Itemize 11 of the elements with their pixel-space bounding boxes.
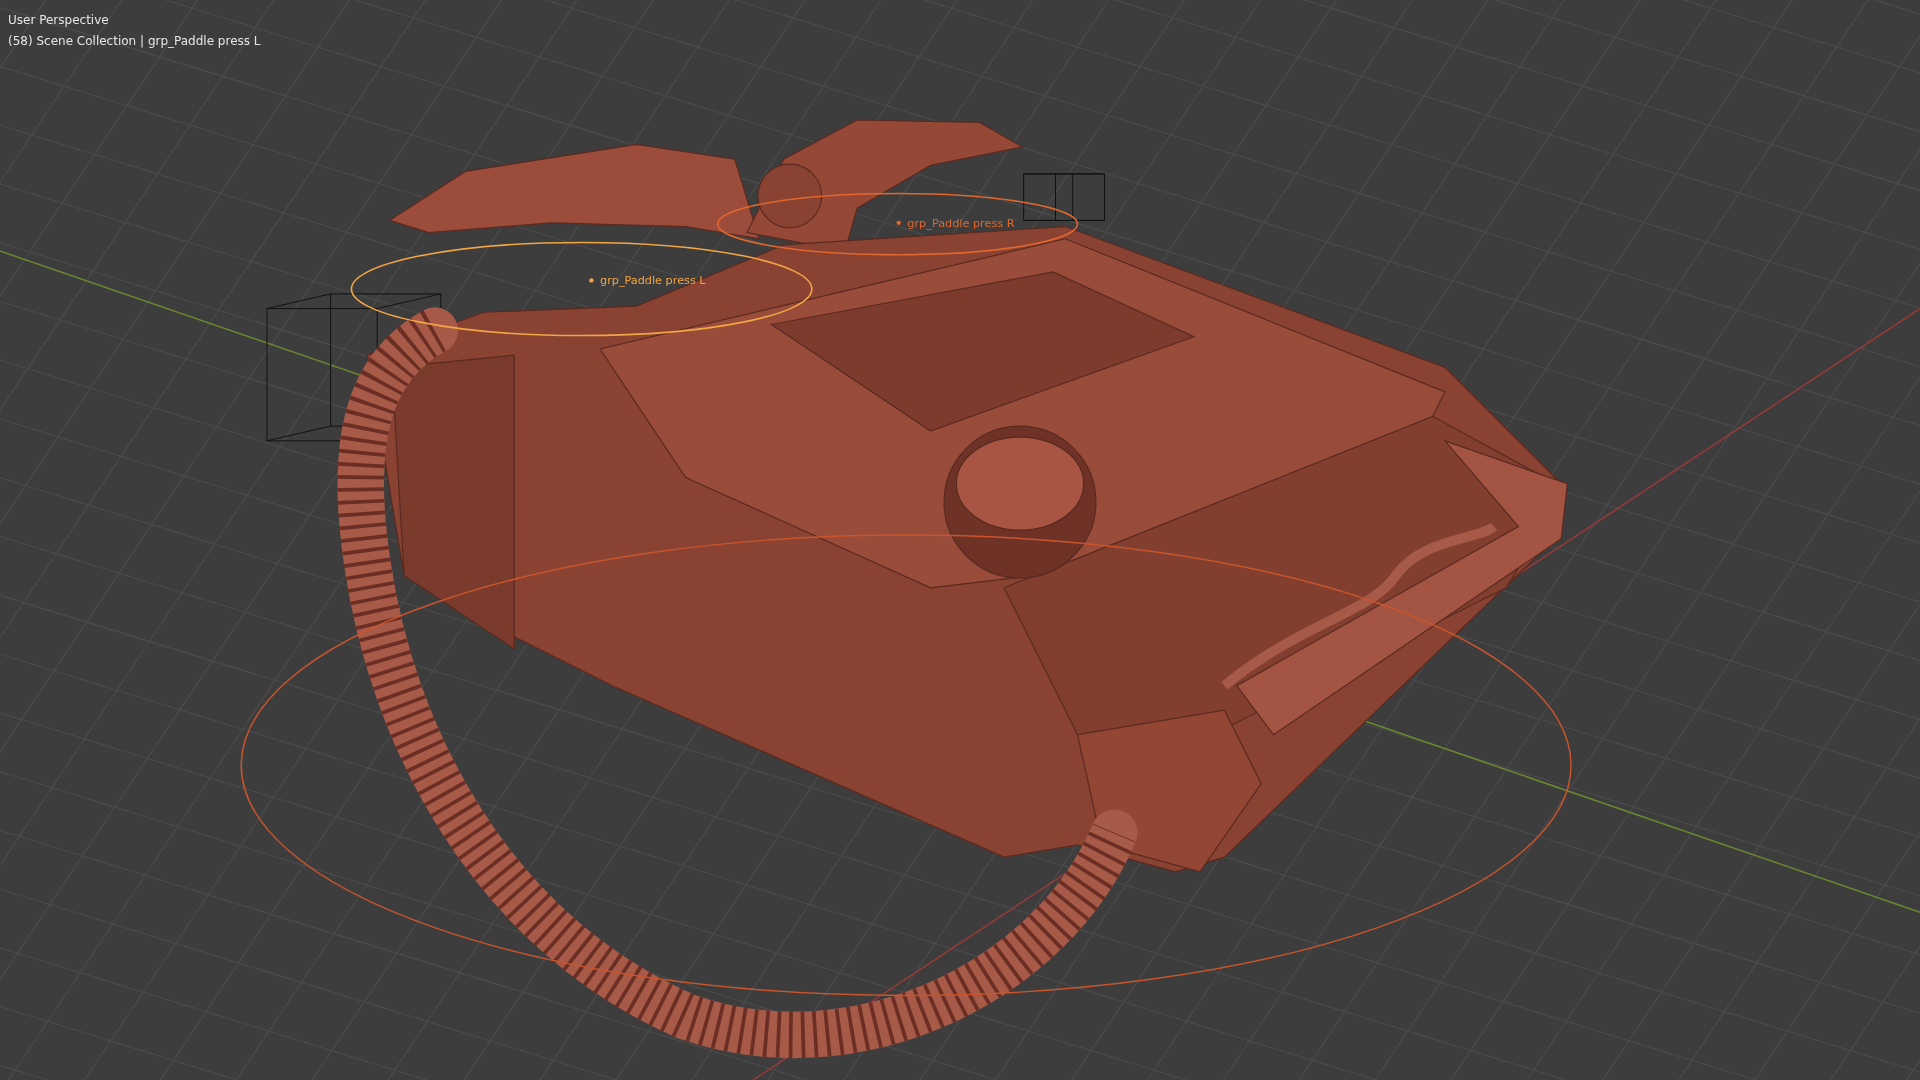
origin-dot [589,278,594,283]
device-model-drawing[interactable] [337,119,1569,1058]
empty-circle[interactable] [716,192,1079,256]
origin-dot [896,220,901,226]
empty-circle[interactable] [240,534,1572,997]
view-name: User Perspective [8,12,110,29]
object-name-label: grp_Paddle press L [600,274,706,288]
object-name-label: grp_Paddle press R [907,216,1015,230]
scene-info: (58) Scene Collection | grp_Paddle press L [8,33,261,50]
empty-circle[interactable] [350,241,813,337]
wireframe-cube[interactable] [1023,173,1105,221]
